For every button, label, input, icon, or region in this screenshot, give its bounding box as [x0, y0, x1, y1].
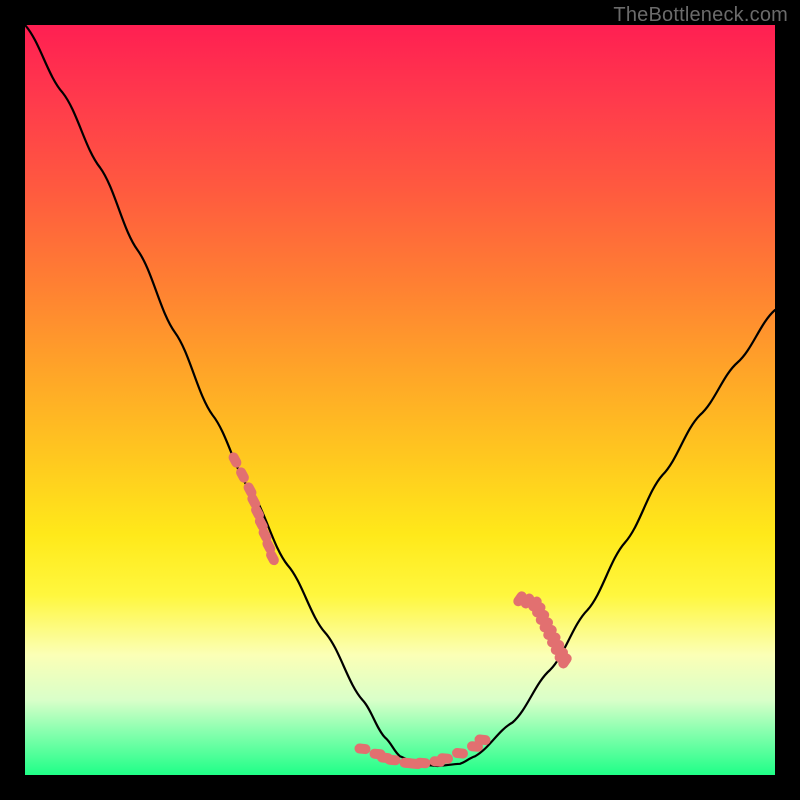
watermark-text: TheBottleneck.com — [613, 4, 788, 27]
marker-cluster-right — [511, 589, 573, 670]
marker-cluster-bottom — [354, 734, 491, 769]
marker-point — [452, 748, 469, 759]
chart-frame: TheBottleneck.com — [0, 0, 800, 800]
marker-cluster-left — [227, 451, 281, 567]
bottleneck-curve — [25, 25, 775, 766]
curve-layer — [25, 25, 775, 775]
plot-area — [25, 25, 775, 775]
marker-point — [354, 743, 371, 754]
marker-point — [227, 451, 243, 470]
